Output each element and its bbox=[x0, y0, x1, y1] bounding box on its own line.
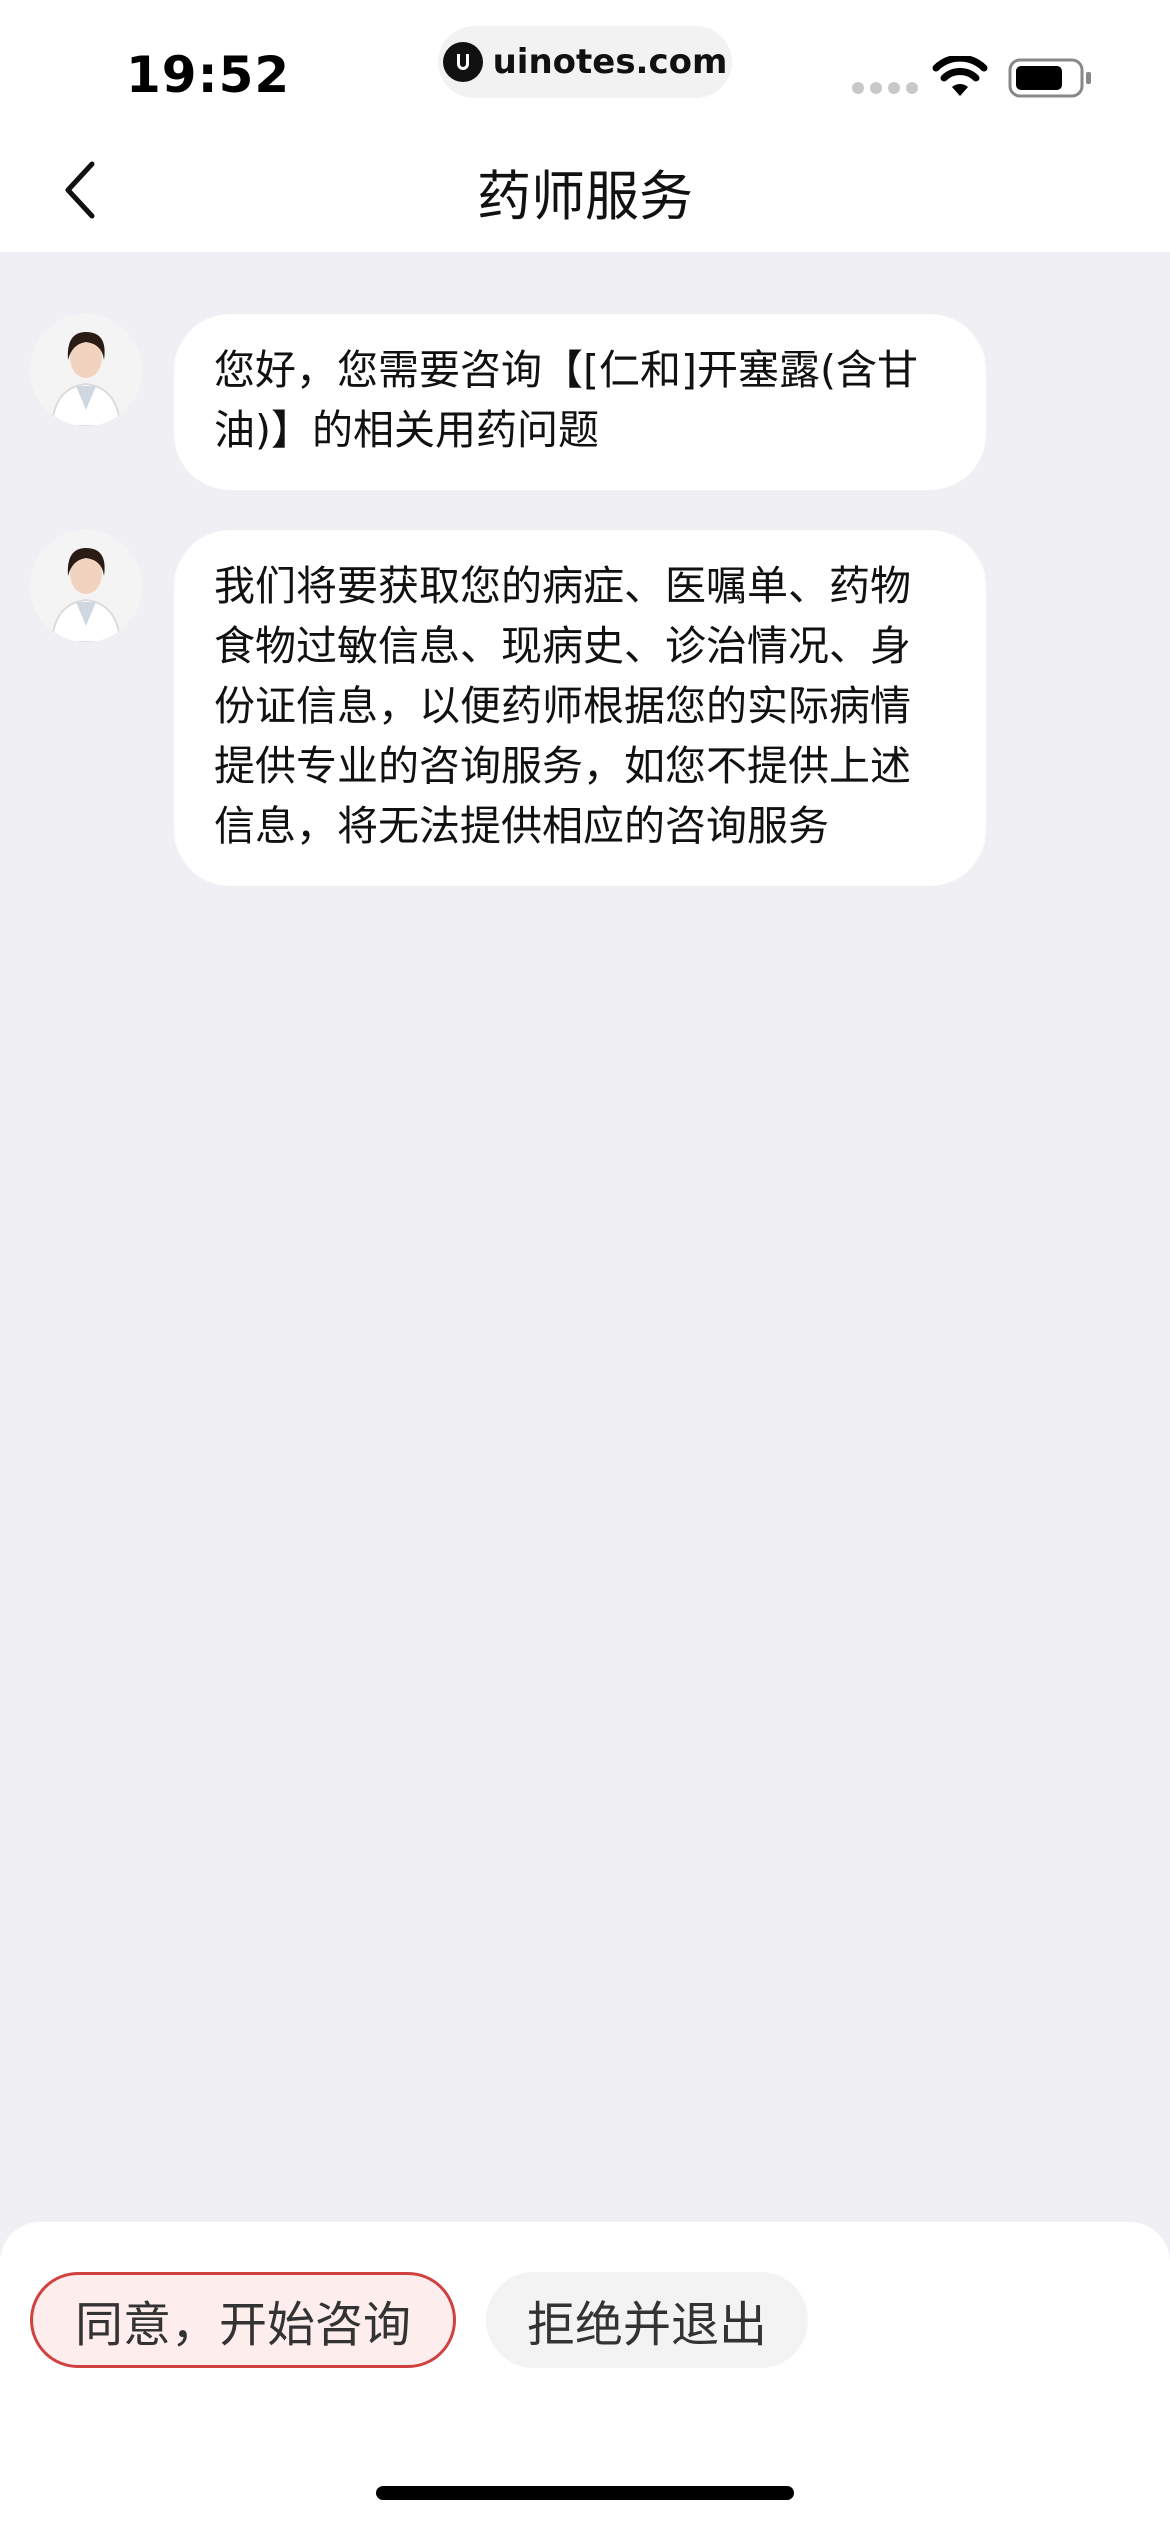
status-time: 19:52 bbox=[126, 46, 291, 104]
pharmacist-avatar bbox=[30, 314, 142, 426]
status-bar: 19:52 uinotes.com bbox=[0, 0, 1170, 130]
page-title: 药师服务 bbox=[477, 165, 693, 228]
message-bubble: 我们将要获取您的病症、医嘱单、药物食物过敏信息、现病史、诊治情况、身份证信息，以… bbox=[174, 530, 986, 886]
chat-area[interactable]: 您好，您需要咨询【[仁和]开塞露(含甘油)】的相关用药问题 我们将要获取您的病症… bbox=[0, 252, 1170, 2222]
message-bubble: 您好，您需要咨询【[仁和]开塞露(含甘油)】的相关用药问题 bbox=[174, 314, 986, 490]
nav-bar: 药师服务 bbox=[0, 130, 1170, 252]
decline-exit-button[interactable]: 拒绝并退出 bbox=[486, 2272, 808, 2368]
cellular-signal-icon bbox=[852, 82, 918, 94]
wifi-icon bbox=[932, 56, 988, 96]
url-pill[interactable]: uinotes.com bbox=[438, 26, 732, 98]
pharmacist-avatar bbox=[30, 530, 142, 642]
site-logo-icon bbox=[442, 42, 483, 82]
url-text: uinotes.com bbox=[492, 42, 728, 82]
home-indicator[interactable] bbox=[376, 2486, 794, 2500]
agree-start-consult-button[interactable]: 同意，开始咨询 bbox=[30, 2272, 456, 2368]
battery-icon bbox=[1008, 58, 1091, 98]
